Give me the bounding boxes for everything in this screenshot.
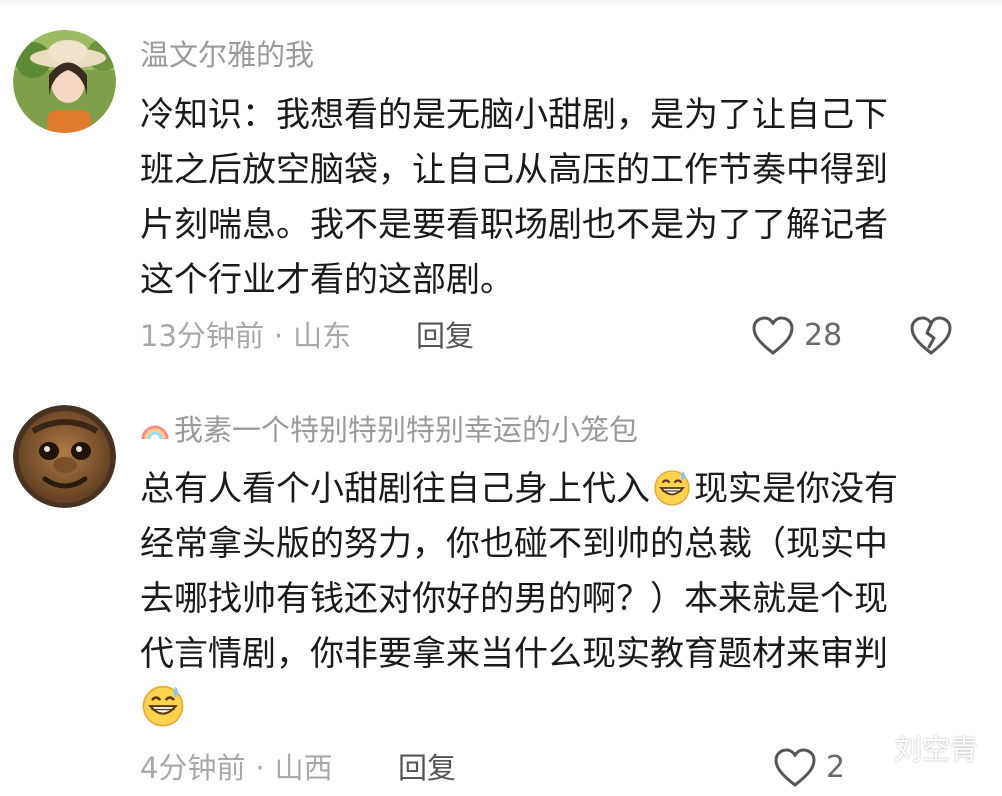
top-divider (0, 0, 1002, 8)
dislike-button[interactable] (910, 316, 952, 360)
grin-sweat-emoji-icon (142, 685, 184, 727)
comment-line-part: 现实是你没有 (694, 469, 898, 509)
comment-username[interactable]: 我素一个特别特别特别幸运的小笼包 (140, 412, 638, 448)
rainbow-icon (141, 425, 169, 440)
like-count: 2 (826, 750, 846, 785)
like-button[interactable]: 28 (752, 316, 842, 356)
comment-username[interactable]: 温文尔雅的我 (140, 37, 314, 73)
comment-line: 冷知识：我想看的是无脑小甜剧，是为了让自己下 (140, 95, 888, 135)
reply-button[interactable]: 回复 (416, 318, 474, 354)
comment-text: 冷知识：我想看的是无脑小甜剧，是为了让自己下 班之后放空脑袋，让自己从高压的工作… (140, 88, 960, 308)
comment-line: 代言情剧，你非要拿来当什么现实教育题材来审判 (140, 634, 888, 674)
comment-text: 总有人看个小甜剧往自己身上代入 现实是你没有 经常拿头版的努力，你也碰不到帅的总… (140, 462, 960, 737)
comment-time: 13分钟前 (140, 319, 264, 353)
comment-time: 4分钟前 (140, 751, 246, 785)
comment-meta: 4分钟前 · 山西 (140, 750, 333, 786)
avatar[interactable] (13, 30, 116, 133)
comment-line: 去哪找帅有钱还对你好的男的啊？）本来就是个现 (140, 579, 888, 619)
comment-line: 班之后放空脑袋，让自己从高压的工作节奏中得到 (140, 150, 888, 190)
comment-line-part: 总有人看个小甜剧往自己身上代入 (140, 469, 650, 509)
comment-location: 山西 (274, 751, 333, 785)
comment-line: 片刻喘息。我不是要看职场剧也不是为了了解记者 (140, 205, 888, 245)
avatar[interactable] (13, 405, 116, 508)
comment-list: 温文尔雅的我 冷知识：我想看的是无脑小甜剧，是为了让自己下 班之后放空脑袋，让自… (0, 0, 1002, 796)
comment-line (140, 682, 960, 737)
reply-button[interactable]: 回复 (398, 750, 456, 786)
broken-heart-icon (910, 316, 952, 355)
heart-icon (774, 748, 816, 787)
comment-line: 经常拿头版的努力，你也碰不到帅的总裁（现实中 (140, 524, 888, 564)
like-button[interactable]: 2 (774, 748, 845, 788)
heart-icon (752, 316, 794, 355)
like-count: 28 (804, 318, 843, 353)
watermark-text: 刘空青 (894, 733, 979, 766)
comment-line: 总有人看个小甜剧往自己身上代入 现实是你没有 (140, 462, 960, 517)
meta-separator: · (255, 751, 265, 785)
watermark: 刘空青 (848, 728, 978, 768)
comment-username-text: 我素一个特别特别特别幸运的小笼包 (174, 413, 639, 447)
wechat-icon (848, 732, 888, 763)
comment-line: 这个行业才看的这部剧。 (140, 260, 514, 300)
meta-separator: · (273, 319, 284, 353)
comment-meta: 13分钟前 · 山东 (140, 318, 351, 354)
comment-location: 山东 (293, 319, 352, 353)
grin-sweat-emoji-icon (654, 470, 690, 506)
